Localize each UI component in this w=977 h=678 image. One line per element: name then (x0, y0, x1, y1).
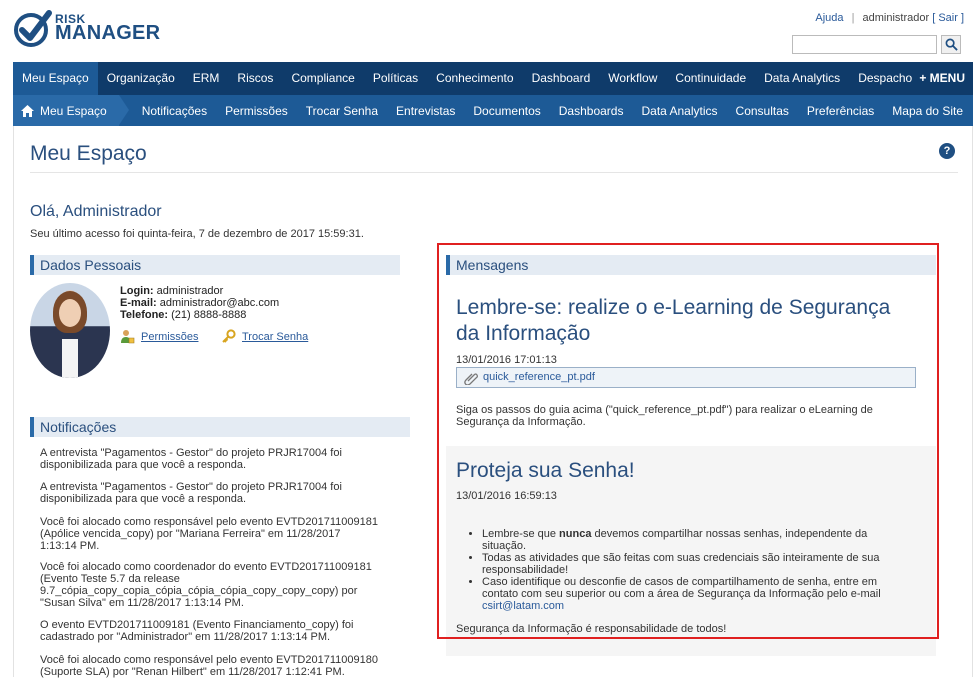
phone-row: Telefone: (21) 8888-8888 (120, 309, 246, 321)
main-nav-item-despacho[interactable]: Despacho (849, 62, 921, 95)
message-2-bullet: Lembre-se que nunca devemos compartilhar… (482, 528, 898, 552)
header: RISK MANAGER Ajuda | administrador [ Sai… (0, 0, 977, 62)
current-username: administrador (862, 12, 930, 24)
greeting: Olá, Administrador (30, 203, 162, 220)
notification-item: Você foi alocado como responsável pelo e… (40, 516, 378, 552)
main-nav-item-conhecimento[interactable]: Conhecimento (427, 62, 522, 95)
message-2-footer: Segurança da Informação é responsabilida… (456, 623, 727, 635)
top-links-separator: | (851, 12, 855, 24)
bullet-3-text: Caso identifique ou desconfie de casos d… (482, 576, 881, 600)
help-icon[interactable]: ? (939, 143, 955, 159)
avatar (30, 283, 110, 378)
main-nav-item-politicas[interactable]: Políticas (364, 62, 427, 95)
email-value: administrador@abc.com (159, 297, 280, 309)
personal-data-heading: Dados Pessoais (30, 255, 400, 275)
message-2-bullet: Caso identifique ou desconfie de casos d… (482, 576, 898, 612)
avatar-face (59, 299, 81, 327)
notification-item: A entrevista "Pagamentos - Gestor" do pr… (40, 481, 342, 505)
top-links: Ajuda | administrador [ Sair ] (815, 12, 964, 24)
login-value: administrador (156, 285, 224, 297)
email-row: E-mail: administrador@abc.com (120, 297, 279, 309)
main-nav-item-workflow[interactable]: Workflow (599, 62, 666, 95)
notification-item: O evento EVTD201711009181 (Evento Financ… (40, 619, 354, 643)
sub-nav-item-data-analytics[interactable]: Data Analytics (632, 104, 726, 118)
phone-value: (21) 8888-8888 (171, 309, 247, 321)
sub-nav-item-consultas[interactable]: Consultas (727, 104, 798, 118)
risk-manager-logo[interactable]: RISK MANAGER (13, 8, 160, 50)
sub-nav-item-mapa-do-site[interactable]: Mapa do Site (883, 104, 972, 118)
checkmark-logo-icon (14, 10, 52, 47)
bullet-1-bold: nunca (559, 528, 592, 540)
attachment-link[interactable]: quick_reference_pt.pdf (456, 367, 916, 388)
login-label: Login: (120, 285, 154, 297)
bullet-1-pre: Lembre-se que (482, 528, 560, 540)
key-icon (222, 329, 236, 343)
main-nav-item-organizacao[interactable]: Organização (98, 62, 184, 95)
main-nav-item-data-analytics[interactable]: Data Analytics (755, 62, 849, 95)
sub-nav-home-label: Meu Espaço (40, 103, 107, 118)
logout-bracket-open: [ (932, 12, 936, 24)
sub-nav-item-entrevistas[interactable]: Entrevistas (387, 104, 464, 118)
main-nav-item-erm[interactable]: ERM (184, 62, 229, 95)
sub-nav-item-preferencias[interactable]: Preferências (798, 104, 883, 118)
email-label: E-mail: (120, 297, 157, 309)
sub-nav-item-permissoes[interactable]: Permissões (216, 104, 297, 118)
search-input[interactable] (792, 35, 937, 54)
message-2-title: Proteja sua Senha! (456, 459, 635, 482)
message-1-date: 13/01/2016 17:01:13 (456, 354, 557, 366)
messages-heading: Mensagens (446, 255, 936, 275)
change-password-link[interactable]: Trocar Senha (242, 331, 308, 343)
help-link[interactable]: Ajuda (815, 12, 843, 24)
phone-label: Telefone: (120, 309, 169, 321)
sub-nav-item-notificacoes[interactable]: Notificações (133, 104, 216, 118)
main-nav-item-meu-espaco[interactable]: Meu Espaço (13, 62, 98, 95)
logo-text-bottom: MANAGER (55, 22, 161, 44)
notification-item: A entrevista "Pagamentos - Gestor" do pr… (40, 447, 342, 471)
message-2-bullet: Todas as atividades que são feitas com s… (482, 552, 898, 576)
message-1-body: Siga os passos do guia acima ("quick_ref… (456, 404, 873, 428)
sub-nav-item-documentos[interactable]: Documentos (464, 104, 549, 118)
main-nav-item-compliance[interactable]: Compliance (282, 62, 363, 95)
permissions-link[interactable]: Permissões (141, 331, 198, 343)
home-icon (21, 104, 34, 117)
avatar-shirt (62, 339, 78, 378)
notification-item: Você foi alocado como coordenador do eve… (40, 561, 372, 609)
logout-link[interactable]: Sair (938, 12, 958, 24)
security-email-link[interactable]: csirt@latam.com (482, 600, 564, 612)
search-icon (945, 38, 958, 51)
message-1-title: Lembre-se: realize o e-Learning de Segur… (456, 296, 891, 345)
page-title: Meu Espaço (30, 142, 147, 165)
sub-nav: Meu Espaço Notificações Permissões Troca… (13, 95, 973, 126)
sub-nav-item-trocar-senha[interactable]: Trocar Senha (297, 104, 387, 118)
message-2-date: 13/01/2016 16:59:13 (456, 490, 557, 502)
attachment-filename: quick_reference_pt.pdf (483, 371, 595, 383)
main-nav-item-continuidade[interactable]: Continuidade (666, 62, 755, 95)
user-permissions-icon (121, 330, 135, 344)
main-nav-item-riscos[interactable]: Riscos (228, 62, 282, 95)
more-menu-button[interactable]: + MENU (919, 62, 965, 95)
notifications-heading: Notificações (30, 417, 410, 437)
notification-item: Você foi alocado como responsável pelo e… (40, 654, 378, 678)
paperclip-icon (464, 373, 478, 385)
main-nav-item-dashboard[interactable]: Dashboard (523, 62, 600, 95)
sub-nav-home[interactable]: Meu Espaço (13, 95, 129, 126)
login-row: Login: administrador (120, 285, 223, 297)
last-access-text: Seu último acesso foi quinta-feira, 7 de… (30, 228, 364, 240)
search-button[interactable] (941, 35, 961, 54)
message-2-bullets: Lembre-se que nunca devemos compartilhar… (468, 528, 898, 612)
title-divider (30, 172, 958, 173)
main-nav: Meu Espaço Organização ERM Riscos Compli… (13, 62, 973, 95)
sub-nav-item-dashboards[interactable]: Dashboards (550, 104, 633, 118)
logout-bracket-close: ] (960, 12, 964, 24)
